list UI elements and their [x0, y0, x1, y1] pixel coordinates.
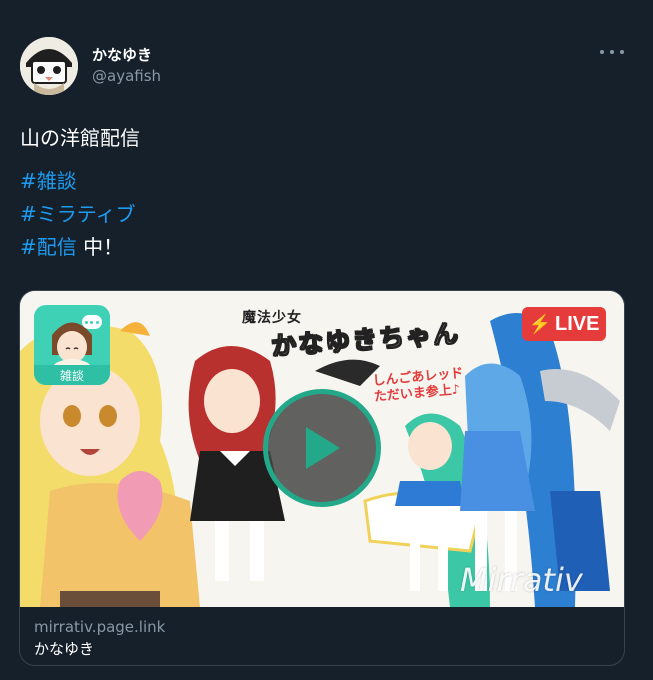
tweet-text-main: 山の洋館配信: [20, 126, 140, 150]
tweet-text: 山の洋館配信 #雑談 #ミラティブ #配信 中！: [20, 122, 140, 264]
category-badge: 雑談: [34, 305, 110, 385]
live-badge: ⚡ LIVE: [522, 307, 606, 341]
more-options-icon[interactable]: [600, 44, 624, 60]
username-handle[interactable]: @ayafish: [92, 67, 161, 85]
avatar[interactable]: [20, 37, 78, 95]
live-label: LIVE: [554, 312, 600, 335]
card-thumbnail[interactable]: 魔法少女 かなゆきちゃん しんごあレッド ただいま参上♪ 雑談 ⚡ LIVE M…: [20, 291, 624, 607]
thumbnail-title-line1: 魔法少女: [242, 310, 302, 326]
tweet-text-trailing: 中！: [76, 235, 124, 259]
hashtag-link[interactable]: #雑談: [20, 169, 77, 193]
display-name[interactable]: かなゆき: [92, 44, 152, 65]
chat-bubble-icon: [82, 315, 102, 329]
play-icon: [306, 427, 340, 469]
tweet: かなゆき @ayafish 山の洋館配信 #雑談 #ミラティブ #配信 中！ 魔…: [0, 0, 653, 680]
link-card[interactable]: 魔法少女 かなゆきちゃん しんごあレッド ただいま参上♪ 雑談 ⚡ LIVE M…: [19, 290, 625, 666]
hashtag-link[interactable]: #ミラティブ: [20, 202, 136, 226]
card-title: かなゆき: [34, 640, 95, 658]
category-label: 雑談: [34, 365, 110, 385]
hashtag-link[interactable]: #配信: [20, 235, 77, 259]
card-domain: mirrativ.page.link: [34, 618, 166, 636]
mirrativ-watermark: Mirrativ: [460, 561, 583, 599]
lightning-icon: ⚡: [528, 313, 551, 334]
play-button[interactable]: [263, 389, 381, 507]
